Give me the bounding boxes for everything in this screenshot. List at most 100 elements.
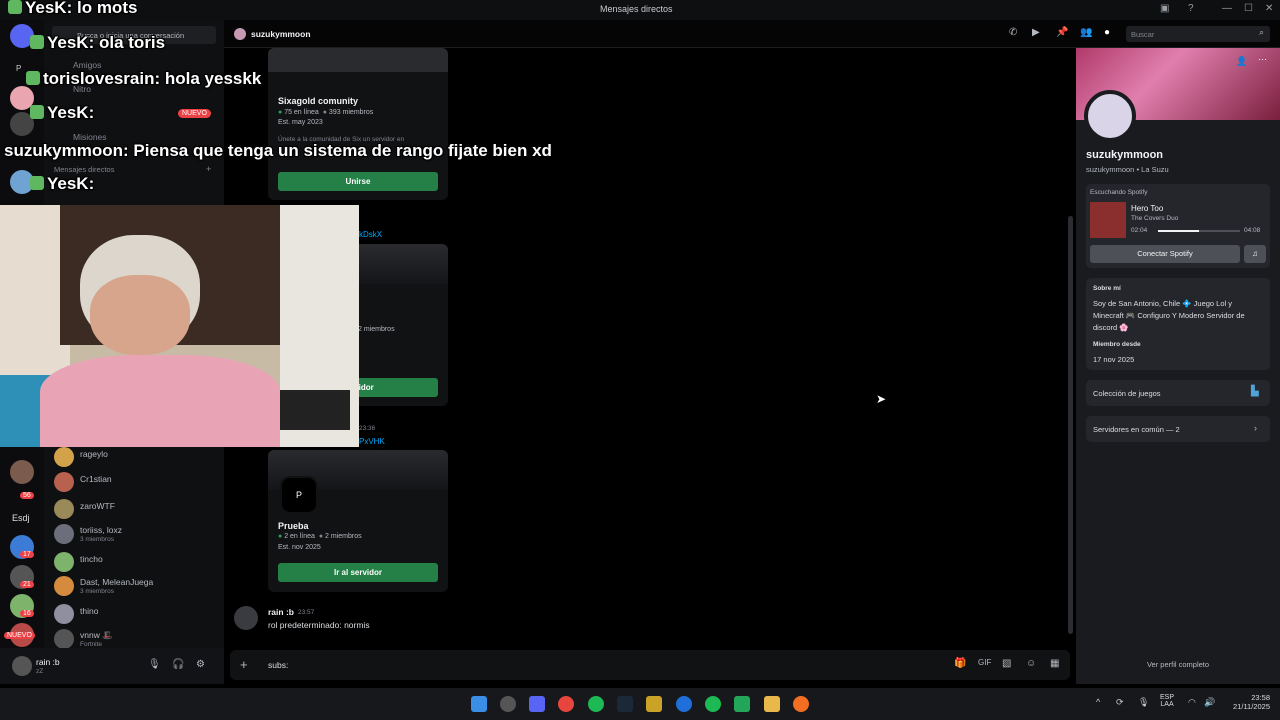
dm-item[interactable]: Cr1stian	[52, 471, 222, 495]
spotify-friend-icon[interactable]: ♫	[1244, 245, 1266, 263]
add-friends-icon[interactable]: 👥	[1080, 27, 1092, 38]
message-timestamp: 23:57	[298, 609, 315, 616]
minimize-button[interactable]: —	[1222, 3, 1232, 14]
start-icon[interactable]	[471, 696, 487, 712]
recipient-avatar	[234, 28, 246, 40]
create-dm-icon[interactable]: +	[206, 164, 211, 174]
member-since-header: Miembro desde	[1093, 341, 1141, 348]
join-button[interactable]: Unirse	[278, 172, 438, 191]
attach-plus-icon[interactable]: +	[240, 657, 248, 672]
profile-display-name: suzukymmoon	[1086, 149, 1164, 161]
maximize-button[interactable]: ☐	[1244, 3, 1253, 14]
song-title: Hero Too	[1131, 204, 1164, 213]
app-icon[interactable]	[646, 696, 662, 712]
connect-spotify-button[interactable]: Conectar Spotify	[1090, 245, 1240, 263]
steam-icon[interactable]	[617, 696, 633, 712]
overlay-chat-line: YesK:	[30, 174, 94, 194]
member-count: 2 miembros	[325, 533, 362, 540]
new-badge: NUEVO	[178, 109, 211, 118]
language-indicator[interactable]: ESP LAA	[1160, 694, 1174, 708]
profile-toggle-icon[interactable]: ●	[1104, 27, 1110, 38]
more-options-icon[interactable]: ⋯	[1258, 54, 1267, 65]
mouse-cursor-icon: ➤	[876, 392, 887, 406]
invite-link[interactable]: PxVHK	[359, 437, 385, 446]
common-servers-row[interactable]: Servidores en común — 2 ›	[1086, 416, 1270, 442]
apps-icon[interactable]: ▦	[1050, 658, 1059, 669]
dm-name: Cr1stian	[80, 474, 112, 484]
message-author[interactable]: rain :b	[268, 607, 294, 617]
spotify-activity-card: Escuchando Spotify Hero Too The Covers D…	[1086, 184, 1270, 268]
window-title: Mensajes directos	[600, 4, 673, 14]
dm-item[interactable]: zaroWTF	[52, 498, 222, 522]
search-icon: ⌕	[1259, 27, 1265, 37]
microphone-icon[interactable]: 🎙	[1138, 697, 1149, 708]
profile-avatar[interactable]	[1084, 90, 1136, 142]
server-icon[interactable]	[10, 460, 34, 484]
overlay-chat-line: YesK: ola toris	[30, 33, 165, 53]
app-icon[interactable]	[676, 696, 692, 712]
game-icon: ▙	[1251, 386, 1259, 397]
dm-name: zaroWTF	[80, 501, 115, 511]
games-collection-row[interactable]: Colección de juegos ▙	[1086, 380, 1270, 406]
spotify-icon[interactable]	[705, 696, 721, 712]
settings-gear-icon[interactable]: ⚙	[196, 659, 205, 670]
message-input[interactable]: subs:	[268, 660, 288, 670]
dm-item[interactable]: toriiss, loxz 3 miembros	[52, 523, 222, 547]
app-icon[interactable]	[500, 696, 516, 712]
chat-scrollbar[interactable]	[1068, 216, 1073, 634]
elapsed-time: 02:04	[1131, 227, 1148, 234]
invite-link[interactable]: kDskX	[359, 230, 382, 239]
desk-object	[280, 390, 350, 430]
sticker-icon[interactable]: ▧	[1002, 658, 1011, 669]
view-full-profile-link[interactable]: Ver perfil completo	[1076, 660, 1280, 669]
message-avatar[interactable]	[234, 606, 258, 630]
wifi-icon[interactable]: ◠	[1188, 697, 1196, 708]
emoji-icon[interactable]: ☺	[1026, 658, 1036, 669]
gift-icon[interactable]: 🎁	[954, 658, 966, 669]
close-button[interactable]: ✕	[1265, 3, 1273, 14]
video-icon[interactable]: ▶	[1032, 27, 1040, 38]
tray-chevron-icon[interactable]: ^	[1096, 697, 1100, 707]
dm-item[interactable]: tincho	[52, 551, 222, 575]
overlay-chat-line: suzukymmoon: Piensa que tenga un sistema…	[4, 141, 552, 160]
dm-item[interactable]: rageylo	[52, 446, 222, 470]
app-icon[interactable]	[793, 696, 809, 712]
headphones-icon[interactable]: 🎧	[172, 659, 184, 670]
person-shirt	[40, 355, 280, 447]
user-avatar[interactable]	[12, 656, 32, 676]
recipient-name: suzukymmoon	[251, 29, 311, 39]
user-panel: rain :b zZ 🎙 🎧 ⚙	[0, 648, 224, 684]
avatar	[54, 499, 74, 519]
server-text-icon[interactable]: Esdj	[12, 513, 30, 523]
gif-icon[interactable]: GIF	[978, 658, 991, 667]
card-banner	[268, 48, 448, 72]
chrome-icon[interactable]	[558, 696, 574, 712]
pin-icon[interactable]: 📌	[1056, 27, 1068, 38]
go-to-server-button[interactable]: Ir al servidor	[278, 563, 438, 582]
dm-item[interactable]: Dast, MeleanJuega 3 miembros	[52, 575, 222, 599]
dm-subtitle: 3 miembros	[80, 588, 114, 595]
discord-icon[interactable]	[529, 696, 545, 712]
dm-item[interactable]: thino	[52, 603, 222, 627]
microphone-icon[interactable]: 🎙	[148, 659, 161, 670]
app-icon[interactable]	[734, 696, 750, 712]
add-friend-icon[interactable]: 👤	[1236, 56, 1247, 67]
inbox-icon[interactable]: ▣	[1160, 3, 1169, 14]
clock[interactable]: 23:58 21/11/2025	[1222, 693, 1270, 711]
chat-header: suzukymmoon ✆ ▶ 📌 👥 ● Buscar ⌕	[224, 20, 1280, 48]
unread-badge: 56	[20, 492, 34, 499]
server-letter[interactable]: P	[16, 64, 21, 73]
card-stats: ● 75 en línea ● 393 miembros	[278, 109, 374, 116]
dm-header: Mensajes directos	[54, 165, 115, 174]
unread-badge: 17	[20, 551, 34, 558]
volume-icon[interactable]: 🔊	[1204, 697, 1215, 708]
file-explorer-icon[interactable]	[764, 696, 780, 712]
search-input[interactable]: Buscar	[1126, 26, 1270, 42]
tray-icon[interactable]: ⟳	[1116, 697, 1124, 708]
spotify-icon[interactable]	[588, 696, 604, 712]
person-face	[90, 275, 190, 355]
help-icon[interactable]: ?	[1188, 3, 1194, 14]
message-time: 23:36	[359, 425, 376, 432]
call-icon[interactable]: ✆	[1009, 27, 1017, 38]
member-count: 2 miembros	[358, 326, 395, 333]
